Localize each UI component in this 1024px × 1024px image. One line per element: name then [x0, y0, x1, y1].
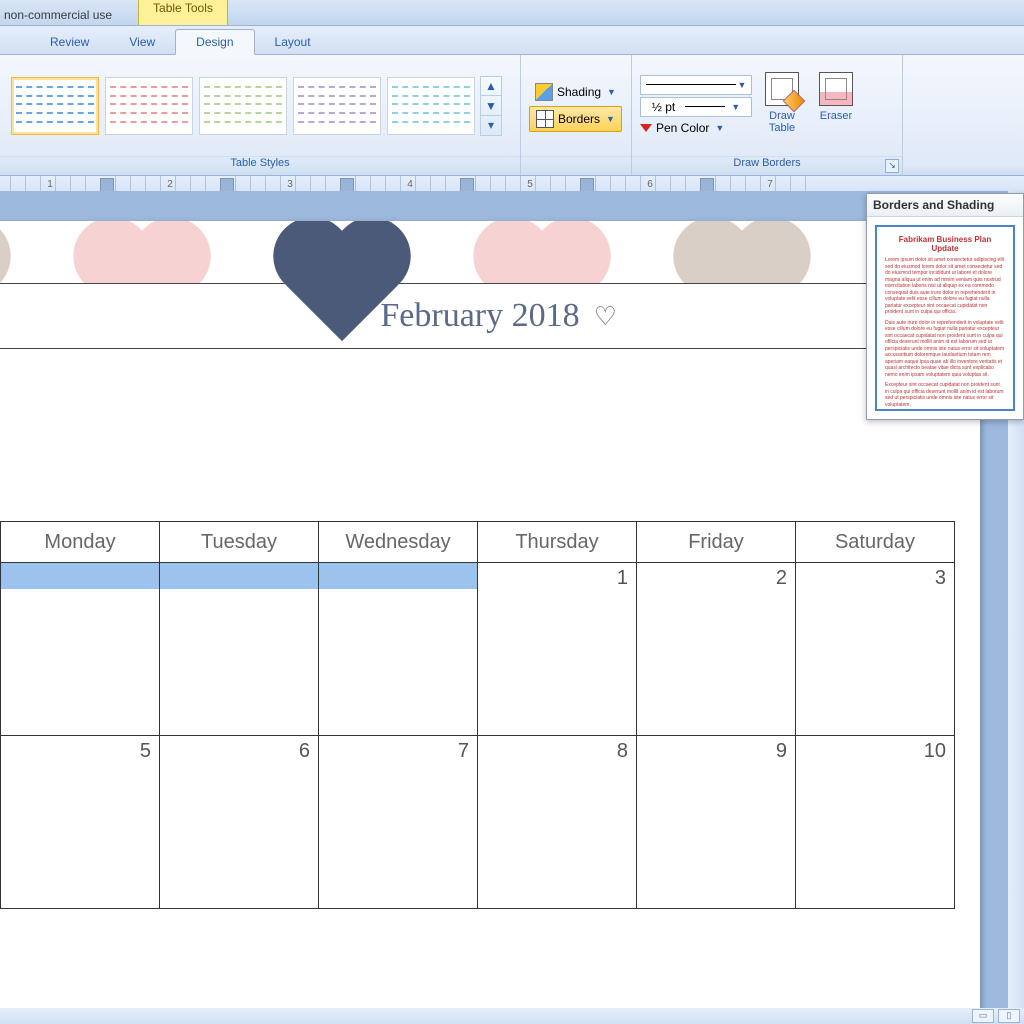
calendar-cell[interactable]	[160, 563, 319, 736]
calendar-table[interactable]: Monday Tuesday Wednesday Thursday Friday…	[0, 521, 955, 909]
tooltip-title: Borders and Shading	[867, 194, 1023, 217]
table-style-thumb[interactable]	[11, 77, 99, 135]
calendar-cell[interactable]: 1	[478, 563, 637, 736]
thumb-paragraph: Duis aute irure dolor in reprehenderit i…	[885, 320, 1005, 379]
borders-button[interactable]: Borders ▼	[529, 106, 622, 132]
view-reading-icon[interactable]: ▯	[998, 1009, 1020, 1023]
heart-icon	[330, 221, 480, 356]
gallery-scroll[interactable]: ▲ ▼ ▾	[480, 76, 502, 136]
ribbon: ▲ ▼ ▾ Table Styles Shading ▼ Borders ▼	[0, 55, 1024, 176]
ribbon-tabs: Review View Design Layout	[0, 26, 1024, 55]
calendar-cell[interactable]: 6	[160, 736, 319, 909]
calendar-cell[interactable]: 5	[1, 736, 160, 909]
borders-label: Borders	[558, 112, 600, 126]
group-label-spacer	[521, 156, 631, 175]
view-print-layout-icon[interactable]: ▭	[972, 1009, 994, 1023]
group-label-table-styles: Table Styles	[0, 156, 520, 175]
calendar-cell[interactable]	[1, 563, 160, 736]
draw-table-icon	[765, 72, 799, 106]
day-header: Saturday	[796, 522, 955, 563]
document-page[interactable]: ♡ February 2018 ♡ Monday Tuesday Wednesd…	[0, 221, 980, 1008]
gallery-up-icon[interactable]: ▲	[481, 77, 501, 97]
calendar-title-band: ♡ February 2018 ♡	[0, 283, 980, 349]
calendar-cell[interactable]: 3	[796, 563, 955, 736]
tab-layout[interactable]: Layout	[255, 30, 331, 54]
thumb-paragraph: Lorem ipsum dolor sit amet consectetur a…	[885, 257, 1005, 316]
dialog-launcher-icon[interactable]: ↘	[885, 159, 899, 173]
gallery-down-icon[interactable]: ▼	[481, 96, 501, 116]
table-style-thumb[interactable]	[387, 77, 475, 135]
title-bar: non-commercial use Table Tools	[0, 0, 1024, 26]
paint-bucket-icon	[535, 83, 553, 101]
calendar-header-row: Monday Tuesday Wednesday Thursday Friday…	[1, 522, 955, 563]
calendar-cell[interactable]: 8	[478, 736, 637, 909]
line-weight-selector[interactable]: ½ pt ▼	[640, 97, 752, 117]
title-suffix: non-commercial use	[0, 8, 118, 25]
draw-table-label: Draw Table	[769, 110, 795, 134]
tab-design[interactable]: Design	[175, 29, 254, 55]
line-style-selector[interactable]: ▼	[640, 75, 752, 95]
table-style-thumb[interactable]	[199, 77, 287, 135]
borders-shading-tooltip: Borders and Shading Fabrikam Business Pl…	[866, 193, 1024, 420]
tooltip-preview-thumbnail: Fabrikam Business Plan Update Lorem ipsu…	[875, 225, 1015, 411]
eraser-icon	[819, 72, 853, 106]
chevron-down-icon: ▼	[607, 87, 616, 97]
context-tab-table-tools[interactable]: Table Tools	[138, 0, 228, 25]
chevron-down-icon: ▼	[738, 80, 747, 90]
pen-icon	[640, 124, 652, 132]
hearts-banner: ♡ February 2018 ♡	[0, 221, 980, 451]
line-weight-value: ½ pt	[652, 100, 675, 114]
eraser-label: Eraser	[820, 110, 852, 122]
group-label-draw-borders: Draw Borders ↘	[632, 156, 902, 175]
draw-table-button[interactable]: Draw Table	[758, 68, 806, 144]
gallery-more-icon[interactable]: ▾	[481, 116, 501, 135]
chevron-down-icon: ▼	[606, 114, 615, 124]
calendar-cell[interactable]	[319, 563, 478, 736]
day-header: Wednesday	[319, 522, 478, 563]
eraser-button[interactable]: Eraser	[812, 68, 860, 144]
table-style-thumb[interactable]	[105, 77, 193, 135]
table-style-gallery[interactable]: ▲ ▼ ▾	[0, 55, 520, 156]
day-header: Thursday	[478, 522, 637, 563]
day-header: Tuesday	[160, 522, 319, 563]
table-style-thumb[interactable]	[293, 77, 381, 135]
calendar-cell[interactable]: 7	[319, 736, 478, 909]
thumb-heading: Fabrikam Business Plan Update	[885, 235, 1005, 253]
borders-icon	[536, 110, 554, 128]
shading-button[interactable]: Shading ▼	[529, 80, 622, 104]
calendar-cell[interactable]: 9	[637, 736, 796, 909]
thumb-paragraph: Excepteur sint occaecat cupidatat non pr…	[885, 382, 1005, 408]
pen-color-selector[interactable]: Pen Color ▼	[640, 119, 750, 137]
heart-outline-icon: ♡	[594, 301, 617, 332]
calendar-cell[interactable]: 10	[796, 736, 955, 909]
day-header: Monday	[1, 522, 160, 563]
shading-label: Shading	[557, 85, 601, 99]
calendar-row[interactable]: 1 2 3	[1, 563, 955, 736]
day-header: Friday	[637, 522, 796, 563]
calendar-row[interactable]: 5 6 7 8 9 10	[1, 736, 955, 909]
pen-color-label: Pen Color	[656, 121, 709, 135]
calendar-cell[interactable]: 2	[637, 563, 796, 736]
status-bar: ▭ ▯	[0, 1008, 1024, 1024]
chevron-down-icon: ▼	[715, 123, 724, 133]
tab-review[interactable]: Review	[30, 30, 109, 54]
chevron-down-icon: ▼	[731, 102, 740, 112]
tab-view[interactable]: View	[109, 30, 175, 54]
